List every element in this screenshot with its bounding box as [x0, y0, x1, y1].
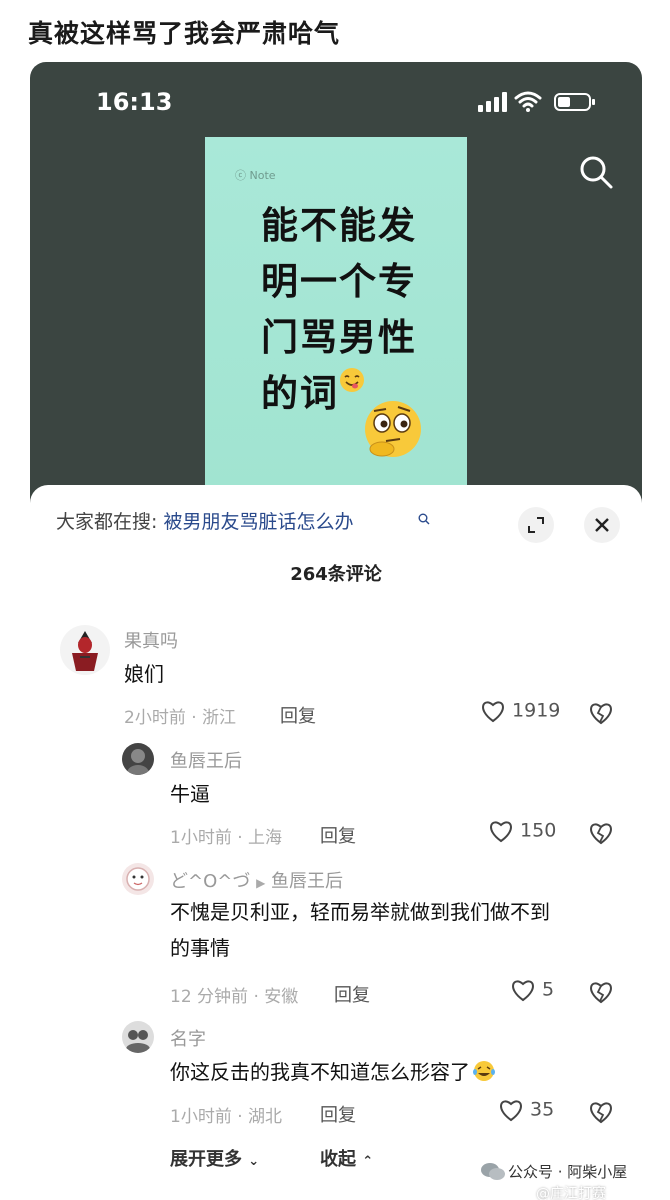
account-credit: 公众号 · 阿柴小屋 — [508, 1163, 628, 1181]
comment-text-line: 你这反击的我真不知道怎么形容了 — [170, 1055, 496, 1089]
wechat-logo-icon — [481, 1163, 505, 1180]
comment-text-continued: 的事情 — [170, 936, 230, 960]
broken-heart-icon[interactable] — [588, 821, 614, 845]
like-count: 5 — [542, 978, 555, 1001]
video-text-line: 的词 — [261, 372, 339, 415]
comment-username[interactable]: 鱼唇王后 — [170, 747, 242, 773]
heart-icon — [512, 980, 534, 1002]
comment-username-line[interactable]: ど^O^づ ▶ 鱼唇王后 — [170, 867, 343, 893]
reply-button[interactable]: 回复 — [334, 981, 370, 1007]
collapse-button[interactable]: 收起 ⌃ — [320, 1145, 373, 1171]
like-button[interactable]: 1919 — [480, 699, 560, 723]
status-bar: 16:13 — [30, 62, 642, 132]
comment-meta: 12 分钟前 · 安徽 — [170, 987, 299, 1007]
small-search-icon — [418, 513, 430, 525]
video-text-line: 明一个专 — [261, 260, 417, 303]
close-button[interactable] — [584, 507, 620, 543]
reply-button[interactable]: 回复 — [320, 822, 356, 848]
comment-username[interactable]: ど^O^づ — [170, 871, 250, 892]
heart-icon — [482, 701, 504, 723]
collapse-label: 收起 — [320, 1149, 356, 1170]
expand-more-button[interactable]: 展开更多 ⌄ — [170, 1145, 259, 1171]
signal-icon — [478, 92, 507, 112]
avatar[interactable] — [122, 1021, 154, 1053]
like-button[interactable]: 150 — [488, 819, 556, 843]
video-text-line: 能不能发 — [261, 204, 417, 247]
avatar[interactable] — [60, 625, 110, 675]
comment-count: 264条评论 — [290, 564, 382, 585]
comment-meta: 1小时前 · 湖北 — [170, 1107, 283, 1127]
avatar-photo-icon — [126, 1030, 150, 1053]
avatar-cartoon-icon — [126, 867, 150, 891]
search-icon[interactable] — [578, 154, 614, 190]
comment-username[interactable]: 果真吗 — [124, 627, 178, 653]
broken-heart-icon[interactable] — [588, 980, 614, 1004]
expand-button[interactable] — [518, 507, 554, 543]
comment-text: 你这反击的我真不知道怎么形容了 — [170, 1060, 470, 1084]
broken-heart-icon[interactable] — [588, 701, 614, 725]
avatar-photo-icon — [127, 749, 149, 775]
heart-icon — [490, 821, 512, 843]
video-watermark: ⓒ Note — [235, 169, 276, 182]
like-count: 1919 — [512, 699, 561, 722]
avatar[interactable] — [122, 743, 154, 775]
post-title: 真被这样骂了我会严肃哈气 — [28, 19, 341, 48]
chevron-down-icon: ⌄ — [248, 1154, 260, 1169]
close-icon — [595, 518, 609, 532]
comment-meta: 1小时前 · 上海 — [170, 828, 283, 848]
reply-button[interactable]: 回复 — [280, 702, 316, 728]
like-button[interactable]: 35 — [498, 1098, 554, 1122]
comment-username[interactable]: 名字 — [170, 1025, 206, 1051]
avatar-figure-icon — [72, 631, 98, 671]
phone-screenshot: 16:13 ⓒ Note 能不能发 明一个专 门骂男性 的词 大家都在搜: 被男… — [30, 62, 642, 1200]
laugh-cry-emoji-icon — [473, 1061, 495, 1081]
trending-query[interactable]: 被男朋友骂脏话怎么办 — [163, 511, 353, 533]
status-time: 16:13 — [96, 88, 173, 116]
comments-sheet: 大家都在搜: 被男朋友骂脏话怎么办 264条评论 果真吗 娘们 2小时前 · 浙… — [30, 485, 642, 1200]
video-text-line: 门骂男性 — [261, 316, 417, 359]
like-count: 150 — [520, 819, 557, 842]
like-count: 35 — [530, 1098, 555, 1121]
broken-heart-icon[interactable] — [588, 1100, 614, 1124]
heart-icon — [500, 1100, 522, 1122]
comment-meta: 2小时前 · 浙江 — [124, 708, 237, 728]
thinking-emoji-icon — [365, 401, 421, 457]
yum-emoji-icon — [340, 368, 364, 392]
wifi-icon — [514, 91, 542, 112]
expand-icon — [528, 517, 544, 533]
reply-to-username[interactable]: 鱼唇王后 — [271, 871, 343, 892]
expand-more-label: 展开更多 — [170, 1149, 242, 1170]
image-watermark: @庄江打赛 — [536, 1186, 606, 1200]
avatar[interactable] — [122, 863, 154, 895]
chevron-up-icon: ⌃ — [362, 1154, 374, 1169]
battery-icon — [554, 93, 595, 111]
like-button[interactable]: 5 — [510, 978, 554, 1002]
trending-search[interactable]: 大家都在搜: 被男朋友骂脏话怎么办 — [56, 507, 353, 534]
reply-arrow-icon: ▶ — [256, 876, 266, 890]
reply-button[interactable]: 回复 — [320, 1101, 356, 1127]
comment-text: 牛逼 — [170, 782, 210, 806]
comment-text: 娘们 — [124, 662, 164, 686]
comment-text: 不愧是贝利亚，轻而易举就做到我们做不到 — [170, 900, 550, 924]
trending-prefix: 大家都在搜: — [56, 511, 158, 533]
